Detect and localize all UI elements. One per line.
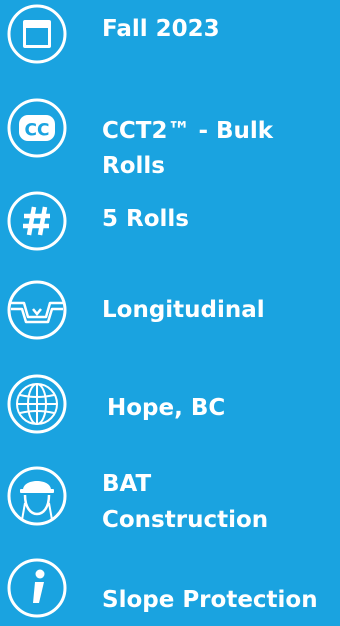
location-label: Hope, BC xyxy=(107,395,226,421)
cc-icon: CC xyxy=(6,97,68,159)
info-icon xyxy=(6,557,68,619)
calendar-icon xyxy=(6,3,68,65)
globe-icon xyxy=(6,373,68,435)
channel-icon xyxy=(6,279,68,341)
hash-icon xyxy=(6,190,68,252)
svg-text:CC: CC xyxy=(25,121,50,141)
hard-hat-worker-icon xyxy=(6,465,68,527)
application-label: Slope Protection xyxy=(102,587,318,613)
product-label-line1: CCT2™ - Bulk xyxy=(102,118,274,144)
orientation-label: Longitudinal xyxy=(102,297,265,323)
quantity-label: 5 Rolls xyxy=(102,206,189,232)
contractor-label-line2: Construction xyxy=(102,507,269,533)
season-label: Fall 2023 xyxy=(102,16,220,42)
contractor-label-line1: BAT xyxy=(102,471,152,497)
product-label-line2: Rolls xyxy=(102,153,165,179)
